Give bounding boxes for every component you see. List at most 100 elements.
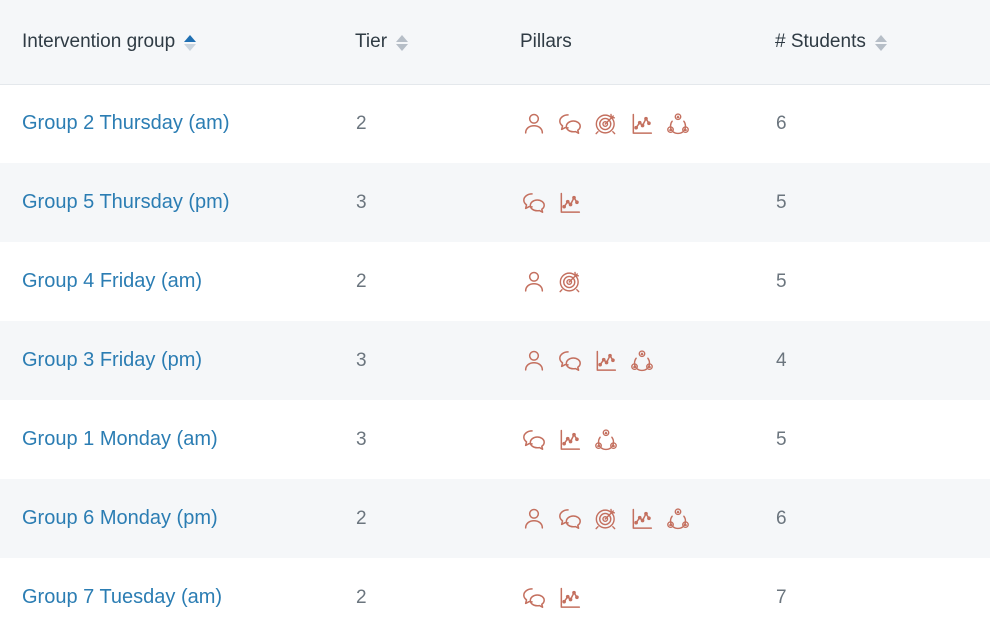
pillar-icon-group	[521, 559, 774, 636]
tier-value: 2	[356, 270, 367, 292]
column-header-label: Intervention group	[22, 30, 176, 52]
table-row: Group 3 Friday (pm) 3 4	[0, 321, 990, 400]
tier-value: 2	[356, 112, 367, 134]
line-chart-icon	[557, 190, 583, 216]
students-count: 6	[776, 112, 787, 134]
cell-intervention-group: Group 5 Thursday (pm)	[0, 163, 355, 242]
students-count: 7	[776, 586, 787, 608]
cell-intervention-group: Group 1 Monday (am)	[0, 400, 355, 479]
sort-ascending-arrow-icon	[184, 34, 197, 42]
cell-students: 6	[775, 84, 990, 163]
table-row: Group 5 Thursday (pm) 3 5	[0, 163, 990, 242]
pillar-icon-group	[521, 322, 774, 399]
column-header-intervention-group[interactable]: Intervention group	[0, 0, 355, 85]
line-chart-icon	[593, 348, 619, 374]
cell-pillars	[520, 84, 775, 163]
intervention-group-link[interactable]: Group 5 Thursday (pm)	[22, 191, 230, 213]
column-header-label: Pillars	[520, 30, 572, 52]
sort-descending-arrow-icon	[396, 43, 409, 51]
column-header-students[interactable]: # Students	[775, 0, 990, 85]
intervention-group-link[interactable]: Group 2 Thursday (am)	[22, 112, 230, 134]
pillar-icon-group	[521, 86, 774, 163]
column-header-label: # Students	[775, 30, 866, 52]
cell-students: 5	[775, 163, 990, 242]
sort-arrows-icon[interactable]	[184, 34, 197, 51]
speech-bubbles-icon	[521, 585, 547, 611]
cell-students: 7	[775, 558, 990, 637]
cell-pillars	[520, 400, 775, 479]
network-nodes-icon	[593, 427, 619, 453]
cell-tier: 3	[355, 400, 520, 479]
sort-descending-arrow-icon	[184, 43, 197, 51]
tier-value: 3	[356, 349, 367, 371]
tier-value: 2	[356, 507, 367, 529]
cell-tier: 2	[355, 242, 520, 321]
line-chart-icon	[557, 585, 583, 611]
column-header-pillars: Pillars	[520, 0, 775, 85]
cell-pillars	[520, 558, 775, 637]
cell-intervention-group: Group 3 Friday (pm)	[0, 321, 355, 400]
cell-intervention-group: Group 6 Monday (pm)	[0, 479, 355, 558]
tier-value: 2	[356, 586, 367, 608]
students-count: 5	[776, 428, 787, 450]
cell-pillars	[520, 479, 775, 558]
cell-students: 5	[775, 400, 990, 479]
cell-intervention-group: Group 7 Tuesday (am)	[0, 558, 355, 637]
person-icon	[521, 506, 547, 532]
speech-bubbles-icon	[557, 506, 583, 532]
intervention-group-link[interactable]: Group 7 Tuesday (am)	[22, 586, 222, 608]
pillar-icon-group	[521, 164, 774, 241]
students-count: 6	[776, 507, 787, 529]
table-header-row: Intervention group Tier Pillars # Studen…	[0, 0, 990, 85]
cell-students: 6	[775, 479, 990, 558]
intervention-group-link[interactable]: Group 6 Monday (pm)	[22, 507, 218, 529]
person-icon	[521, 348, 547, 374]
speech-bubbles-icon	[521, 190, 547, 216]
table-row: Group 6 Monday (pm) 2 6	[0, 479, 990, 558]
cell-intervention-group: Group 4 Friday (am)	[0, 242, 355, 321]
column-header-label: Tier	[355, 30, 388, 52]
line-chart-icon	[557, 427, 583, 453]
tier-value: 3	[356, 428, 367, 450]
intervention-groups-table: Intervention group Tier Pillars # Studen…	[0, 0, 990, 637]
students-count: 5	[776, 270, 787, 292]
students-count: 5	[776, 191, 787, 213]
cell-intervention-group: Group 2 Thursday (am)	[0, 84, 355, 163]
target-icon	[557, 269, 583, 295]
cell-pillars	[520, 242, 775, 321]
speech-bubbles-icon	[557, 348, 583, 374]
table-row: Group 4 Friday (am) 2 5	[0, 242, 990, 321]
cell-tier: 2	[355, 479, 520, 558]
sort-arrows-icon[interactable]	[396, 34, 409, 51]
network-nodes-icon	[629, 348, 655, 374]
table-body: Group 2 Thursday (am) 2 6 Group 5 Thursday …	[0, 84, 990, 637]
cell-tier: 2	[355, 558, 520, 637]
intervention-group-link[interactable]: Group 3 Friday (pm)	[22, 349, 202, 371]
sort-arrows-icon[interactable]	[874, 34, 887, 51]
person-icon	[521, 111, 547, 137]
cell-tier: 2	[355, 84, 520, 163]
intervention-group-link[interactable]: Group 1 Monday (am)	[22, 428, 218, 450]
table-row: Group 1 Monday (am) 3 5	[0, 400, 990, 479]
students-count: 4	[776, 349, 787, 371]
pillar-icon-group	[521, 243, 774, 320]
table-row: Group 7 Tuesday (am) 2 7	[0, 558, 990, 637]
cell-tier: 3	[355, 321, 520, 400]
cell-pillars	[520, 163, 775, 242]
network-nodes-icon	[665, 506, 691, 532]
intervention-group-link[interactable]: Group 4 Friday (am)	[22, 270, 202, 292]
network-nodes-icon	[665, 111, 691, 137]
cell-tier: 3	[355, 163, 520, 242]
cell-students: 5	[775, 242, 990, 321]
pillar-icon-group	[521, 401, 774, 478]
sort-descending-arrow-icon	[874, 43, 887, 51]
table-header: Intervention group Tier Pillars # Studen…	[0, 0, 990, 85]
speech-bubbles-icon	[557, 111, 583, 137]
target-icon	[593, 506, 619, 532]
sort-ascending-arrow-icon	[396, 34, 409, 42]
column-header-tier[interactable]: Tier	[355, 0, 520, 85]
speech-bubbles-icon	[521, 427, 547, 453]
tier-value: 3	[356, 191, 367, 213]
pillar-icon-group	[521, 480, 774, 557]
cell-pillars	[520, 321, 775, 400]
